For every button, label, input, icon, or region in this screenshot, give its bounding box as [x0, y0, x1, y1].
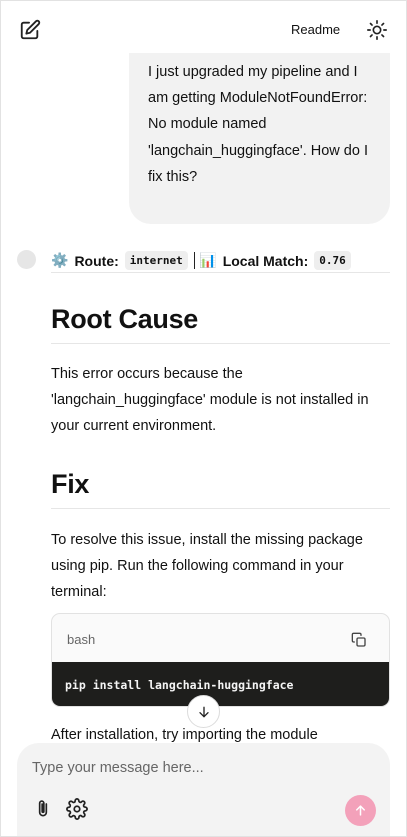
gear-emoji-icon: ⚙️ [51, 252, 69, 268]
code-block-header: bash [52, 614, 389, 662]
fix-paragraph: To resolve this issue, install the missi… [51, 532, 363, 601]
arrow-up-icon [356, 805, 365, 816]
route-value: internet [124, 251, 188, 270]
root-cause-heading: Root Cause [51, 304, 390, 344]
scroll-to-bottom-button[interactable] [187, 695, 220, 728]
attach-file-button[interactable] [33, 798, 53, 820]
copy-icon [351, 632, 366, 647]
paperclip-icon [38, 800, 48, 817]
fix-heading: Fix [51, 469, 390, 509]
route-separator [193, 252, 196, 269]
copy-code-button[interactable] [351, 632, 367, 648]
route-label: Route: [74, 252, 119, 269]
arrow-down-icon [198, 706, 209, 717]
message-input[interactable] [32, 755, 362, 781]
code-content[interactable]: pip install langchain-huggingface [52, 662, 389, 706]
code-language: bash [67, 632, 96, 647]
theme-toggle-button[interactable] [366, 19, 388, 41]
new-chat-button[interactable] [19, 19, 41, 41]
match-label: Local Match: [222, 252, 309, 269]
chat-app: Readme I just upgraded my pipeline and I… [0, 0, 407, 837]
sun-icon [367, 20, 387, 40]
user-message-bubble: I just upgraded my pipeline and I am get… [129, 53, 390, 224]
match-value: 0.76 [314, 251, 351, 270]
chart-emoji-icon: 📊 [199, 252, 217, 268]
user-message-text: I just upgraded my pipeline and I am get… [148, 64, 368, 185]
gear-icon [66, 798, 88, 820]
message-composer [17, 743, 390, 836]
root-cause-paragraph: This error occurs because the 'langchain… [51, 366, 369, 435]
readme-link[interactable]: Readme [291, 22, 340, 37]
code-block: bash pip install langchain-huggingface [51, 613, 390, 707]
edit-square-icon [20, 19, 41, 40]
header: Readme [1, 1, 406, 59]
route-info: ⚙️ Route: internet 📊 Local Match: 0.76 [51, 249, 390, 273]
assistant-avatar [17, 250, 36, 269]
send-button[interactable] [345, 795, 376, 826]
settings-button[interactable] [66, 798, 88, 820]
